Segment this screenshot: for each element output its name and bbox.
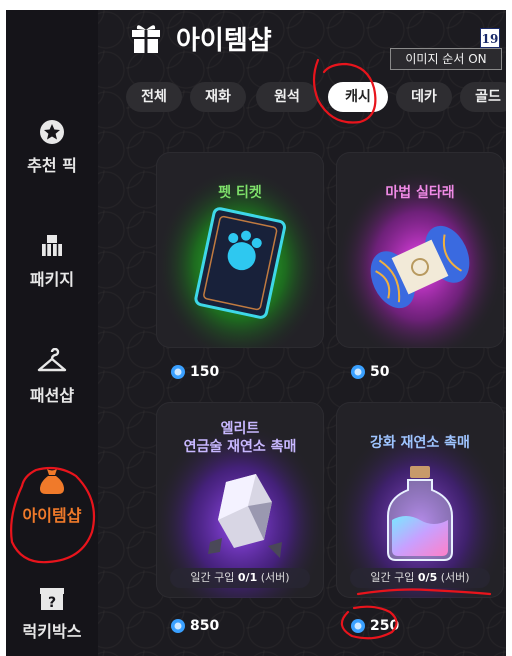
- sidebar-item-fashion[interactable]: 패션샵: [6, 348, 98, 406]
- product-card-magic-yarn[interactable]: 마법 실타래: [336, 152, 504, 348]
- category-tabs: 전체 재화 원석 캐시 데카 골드: [106, 76, 506, 116]
- cash-coin-icon: [351, 365, 365, 379]
- package-boxes-icon: [42, 235, 62, 256]
- price-value: 50: [370, 364, 390, 380]
- item-shop-screen: 추천 픽 패키지 패션샵 아이템샵 ? 럭키박스 아이템샵 19 이미지 순서 …: [6, 10, 506, 656]
- cash-coin-icon: [171, 365, 185, 379]
- sidebar-item-label: 추천 픽: [27, 156, 77, 175]
- product-price: 150: [170, 364, 219, 384]
- cash-coin-icon: [171, 619, 185, 633]
- hanger-icon: [37, 348, 67, 372]
- image-order-toggle-button[interactable]: 이미지 순서 ON: [390, 48, 502, 70]
- sidebar-item-label: 패키지: [29, 270, 75, 289]
- product-name: 강화 재연소 촉매: [370, 435, 470, 451]
- product-price: 850: [170, 618, 219, 638]
- product-card-pet-ticket[interactable]: 펫 티켓: [156, 152, 324, 348]
- sidebar-item-package[interactable]: 패키지: [6, 232, 98, 290]
- price-value: 150: [190, 364, 220, 380]
- age-rating-badge: 19: [480, 28, 500, 48]
- price-value: 850: [190, 618, 220, 634]
- sidebar-item-label: 아이템샵: [22, 506, 82, 525]
- star-badge-icon: [40, 120, 64, 144]
- money-bag-icon: [40, 469, 64, 494]
- tab-gold[interactable]: 골드: [460, 82, 506, 112]
- tab-cash[interactable]: 캐시: [328, 82, 388, 112]
- sidebar-item-itemshop[interactable]: 아이템샵: [6, 466, 98, 526]
- sidebar-item-label: 럭키박스: [22, 622, 82, 641]
- product-name-line2: 연금술 재연소 촉매: [183, 439, 297, 455]
- product-name: 펫 티켓: [218, 185, 262, 201]
- gift-icon: [132, 25, 160, 53]
- tab-gems[interactable]: 원석: [256, 82, 318, 112]
- product-price: 250: [350, 618, 399, 638]
- svg-text:?: ?: [48, 595, 56, 611]
- purchase-limit-badge: 일간 구입 0/5 (서버): [350, 568, 490, 588]
- product-name: 마법 실타래: [385, 185, 455, 201]
- product-card-enhance-catalyst[interactable]: 강화 재연소 촉매 일간 구입 0/5 (서버): [336, 402, 504, 598]
- sidebar: 추천 픽 패키지 패션샵 아이템샵 ? 럭키박스: [6, 10, 98, 656]
- sidebar-item-recommended[interactable]: 추천 픽: [6, 118, 98, 176]
- product-price: 50: [350, 364, 389, 384]
- sidebar-item-luckybox[interactable]: ? 럭키박스: [6, 584, 98, 642]
- tab-currency[interactable]: 재화: [190, 82, 246, 112]
- cash-coin-icon: [351, 619, 365, 633]
- purchase-limit-badge: 일간 구입 0/1 (서버): [170, 568, 310, 588]
- product-card-elite-catalyst[interactable]: 엘리트 연금술 재연소 촉매 일간 구입 0/1 (서버): [156, 402, 324, 598]
- page-title: 아이템샵: [176, 26, 272, 56]
- tab-deca[interactable]: 데카: [396, 82, 452, 112]
- mystery-box-icon: ?: [40, 588, 64, 611]
- product-name-line1: 엘리트: [220, 421, 260, 437]
- tab-all[interactable]: 전체: [126, 82, 182, 112]
- sidebar-item-label: 패션샵: [29, 386, 75, 405]
- price-value: 250: [370, 618, 400, 634]
